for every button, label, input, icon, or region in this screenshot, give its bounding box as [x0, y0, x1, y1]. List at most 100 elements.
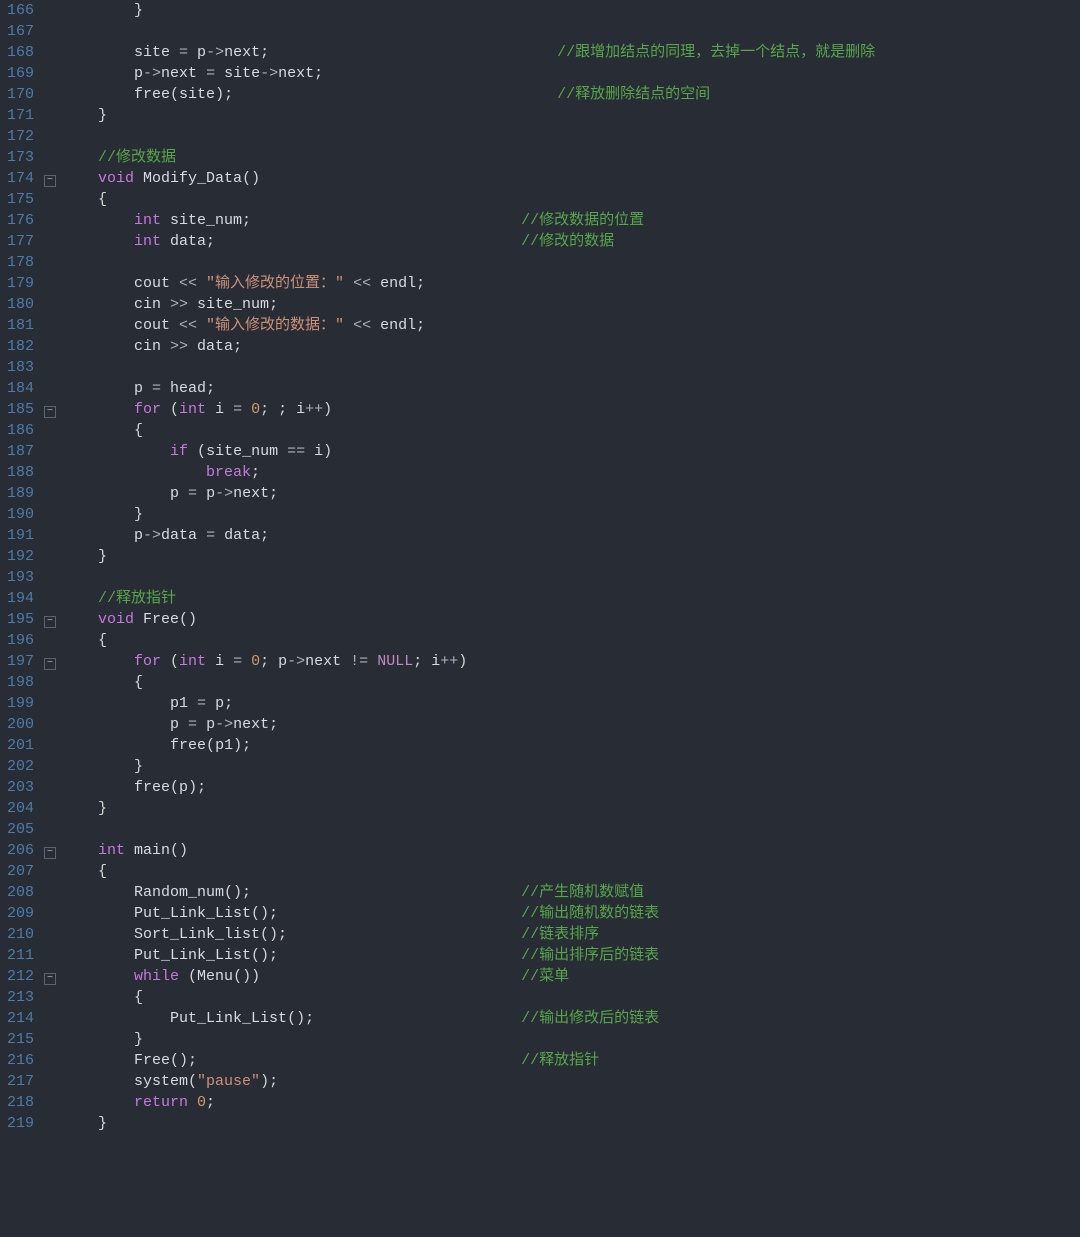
code-line[interactable]: Random_num(); //产生随机数赋值	[62, 882, 1070, 903]
code-line[interactable]: if (site_num == i)	[62, 441, 1070, 462]
token-op: ==	[287, 443, 314, 460]
code-line[interactable]: int main()	[62, 840, 1070, 861]
code-line[interactable]: site = p->next; //跟增加结点的同理，去掉一个结点，就是删除	[62, 42, 1070, 63]
code-line[interactable]: cin >> site_num;	[62, 294, 1070, 315]
token-guide	[62, 464, 206, 481]
code-line[interactable]: Put_Link_List(); //输出随机数的链表	[62, 903, 1070, 924]
code-line[interactable]	[62, 567, 1070, 588]
token-punct: ;	[269, 716, 278, 733]
code-line[interactable]: //释放指针	[62, 588, 1070, 609]
code-line[interactable]: //修改数据	[62, 147, 1070, 168]
token-op: =	[152, 380, 170, 397]
code-editor[interactable]: 1661671681691701711721731741751761771781…	[0, 0, 1080, 1134]
code-line[interactable]	[62, 252, 1070, 273]
code-line[interactable]: free(p);	[62, 777, 1070, 798]
code-line[interactable]: int site_num; //修改数据的位置	[62, 210, 1070, 231]
code-line[interactable]: }	[62, 105, 1070, 126]
code-line[interactable]	[62, 21, 1070, 42]
token-punct: {	[98, 863, 107, 880]
code-line[interactable]: }	[62, 1113, 1070, 1134]
token-id: p	[134, 380, 152, 397]
code-line[interactable]	[62, 357, 1070, 378]
code-area[interactable]: } site = p->next; //跟增加结点的同理，去掉一个结点，就是删除…	[62, 0, 1080, 1134]
code-line[interactable]: {	[62, 420, 1070, 441]
token-op: =	[179, 44, 197, 61]
token-punct: ();	[251, 947, 278, 964]
fold-toggle-icon[interactable]: −	[44, 651, 62, 672]
fold-toggle-icon[interactable]: −	[44, 168, 62, 189]
code-line[interactable]: while (Menu()) //菜单	[62, 966, 1070, 987]
token-id: p1	[215, 737, 233, 754]
code-line[interactable]: Free(); //释放指针	[62, 1050, 1070, 1071]
code-line[interactable]: free(p1);	[62, 735, 1070, 756]
line-number: 187	[6, 441, 34, 462]
code-line[interactable]: p->data = data;	[62, 525, 1070, 546]
code-line[interactable]: Put_Link_List(); //输出排序后的链表	[62, 945, 1070, 966]
code-line[interactable]: }	[62, 504, 1070, 525]
code-line[interactable]: return 0;	[62, 1092, 1070, 1113]
fold-toggle-icon[interactable]: −	[44, 966, 62, 987]
code-line[interactable]: {	[62, 987, 1070, 1008]
code-line[interactable]: {	[62, 672, 1070, 693]
code-line[interactable]	[62, 819, 1070, 840]
token-punct: {	[98, 632, 107, 649]
fold-toggle-icon[interactable]: −	[44, 609, 62, 630]
token-kw: void	[98, 170, 134, 187]
token-guide	[62, 905, 134, 922]
code-line[interactable]: Sort_Link_list(); //链表排序	[62, 924, 1070, 945]
token-id: p	[278, 653, 287, 670]
code-line[interactable]: }	[62, 798, 1070, 819]
line-number: 178	[6, 252, 34, 273]
code-line[interactable]: }	[62, 1029, 1070, 1050]
code-line[interactable]: int data; //修改的数据	[62, 231, 1070, 252]
fold-toggle-icon[interactable]: −	[44, 399, 62, 420]
code-line[interactable]: system("pause");	[62, 1071, 1070, 1092]
code-line[interactable]: p1 = p;	[62, 693, 1070, 714]
code-line[interactable]: cin >> data;	[62, 336, 1070, 357]
fold-column[interactable]: − − − − − −	[44, 0, 62, 1134]
code-line[interactable]: p = head;	[62, 378, 1070, 399]
line-number: 198	[6, 672, 34, 693]
token-id: Put_Link_List	[134, 947, 251, 964]
line-number: 177	[6, 231, 34, 252]
fold-toggle-icon[interactable]: −	[44, 840, 62, 861]
code-line[interactable]: p->next = site->next;	[62, 63, 1070, 84]
code-line[interactable]: }	[62, 756, 1070, 777]
code-line[interactable]: }	[62, 0, 1070, 21]
token-id: Random_num	[134, 884, 224, 901]
code-line[interactable]: void Modify_Data()	[62, 168, 1070, 189]
code-line[interactable]	[62, 126, 1070, 147]
code-line[interactable]: {	[62, 861, 1070, 882]
token-op: <<	[179, 275, 206, 292]
token-id: endl	[380, 275, 416, 292]
code-line[interactable]: break;	[62, 462, 1070, 483]
token-cmt: //输出随机数的链表	[521, 905, 659, 922]
token-guide	[62, 653, 134, 670]
code-line[interactable]: cout << "输入修改的数据：" << endl;	[62, 315, 1070, 336]
line-number: 204	[6, 798, 34, 819]
code-line[interactable]: cout << "输入修改的位置：" << endl;	[62, 273, 1070, 294]
code-line[interactable]: }	[62, 546, 1070, 567]
token-id: p	[170, 716, 188, 733]
code-line[interactable]: void Free()	[62, 609, 1070, 630]
line-number: 167	[6, 21, 34, 42]
code-line[interactable]: for (int i = 0; ; i++)	[62, 399, 1070, 420]
token-punct: (	[188, 443, 206, 460]
code-line[interactable]: p = p->next;	[62, 714, 1070, 735]
code-line[interactable]: for (int i = 0; p->next != NULL; i++)	[62, 651, 1070, 672]
code-line[interactable]: {	[62, 189, 1070, 210]
code-line[interactable]: {	[62, 630, 1070, 651]
token-op: <<	[344, 317, 380, 334]
code-line[interactable]: free(site); //释放删除结点的空间	[62, 84, 1070, 105]
line-number: 202	[6, 756, 34, 777]
token-guide	[62, 170, 98, 187]
line-number: 166	[6, 0, 34, 21]
token-id: site	[224, 65, 260, 82]
fold-spacer	[44, 105, 62, 126]
token-guide	[260, 968, 521, 985]
token-punct: ;	[269, 485, 278, 502]
code-line[interactable]: p = p->next;	[62, 483, 1070, 504]
token-cmt: //修改的数据	[521, 233, 614, 250]
token-cmt: //释放指针	[98, 590, 176, 607]
code-line[interactable]: Put_Link_List(); //输出修改后的链表	[62, 1008, 1070, 1029]
